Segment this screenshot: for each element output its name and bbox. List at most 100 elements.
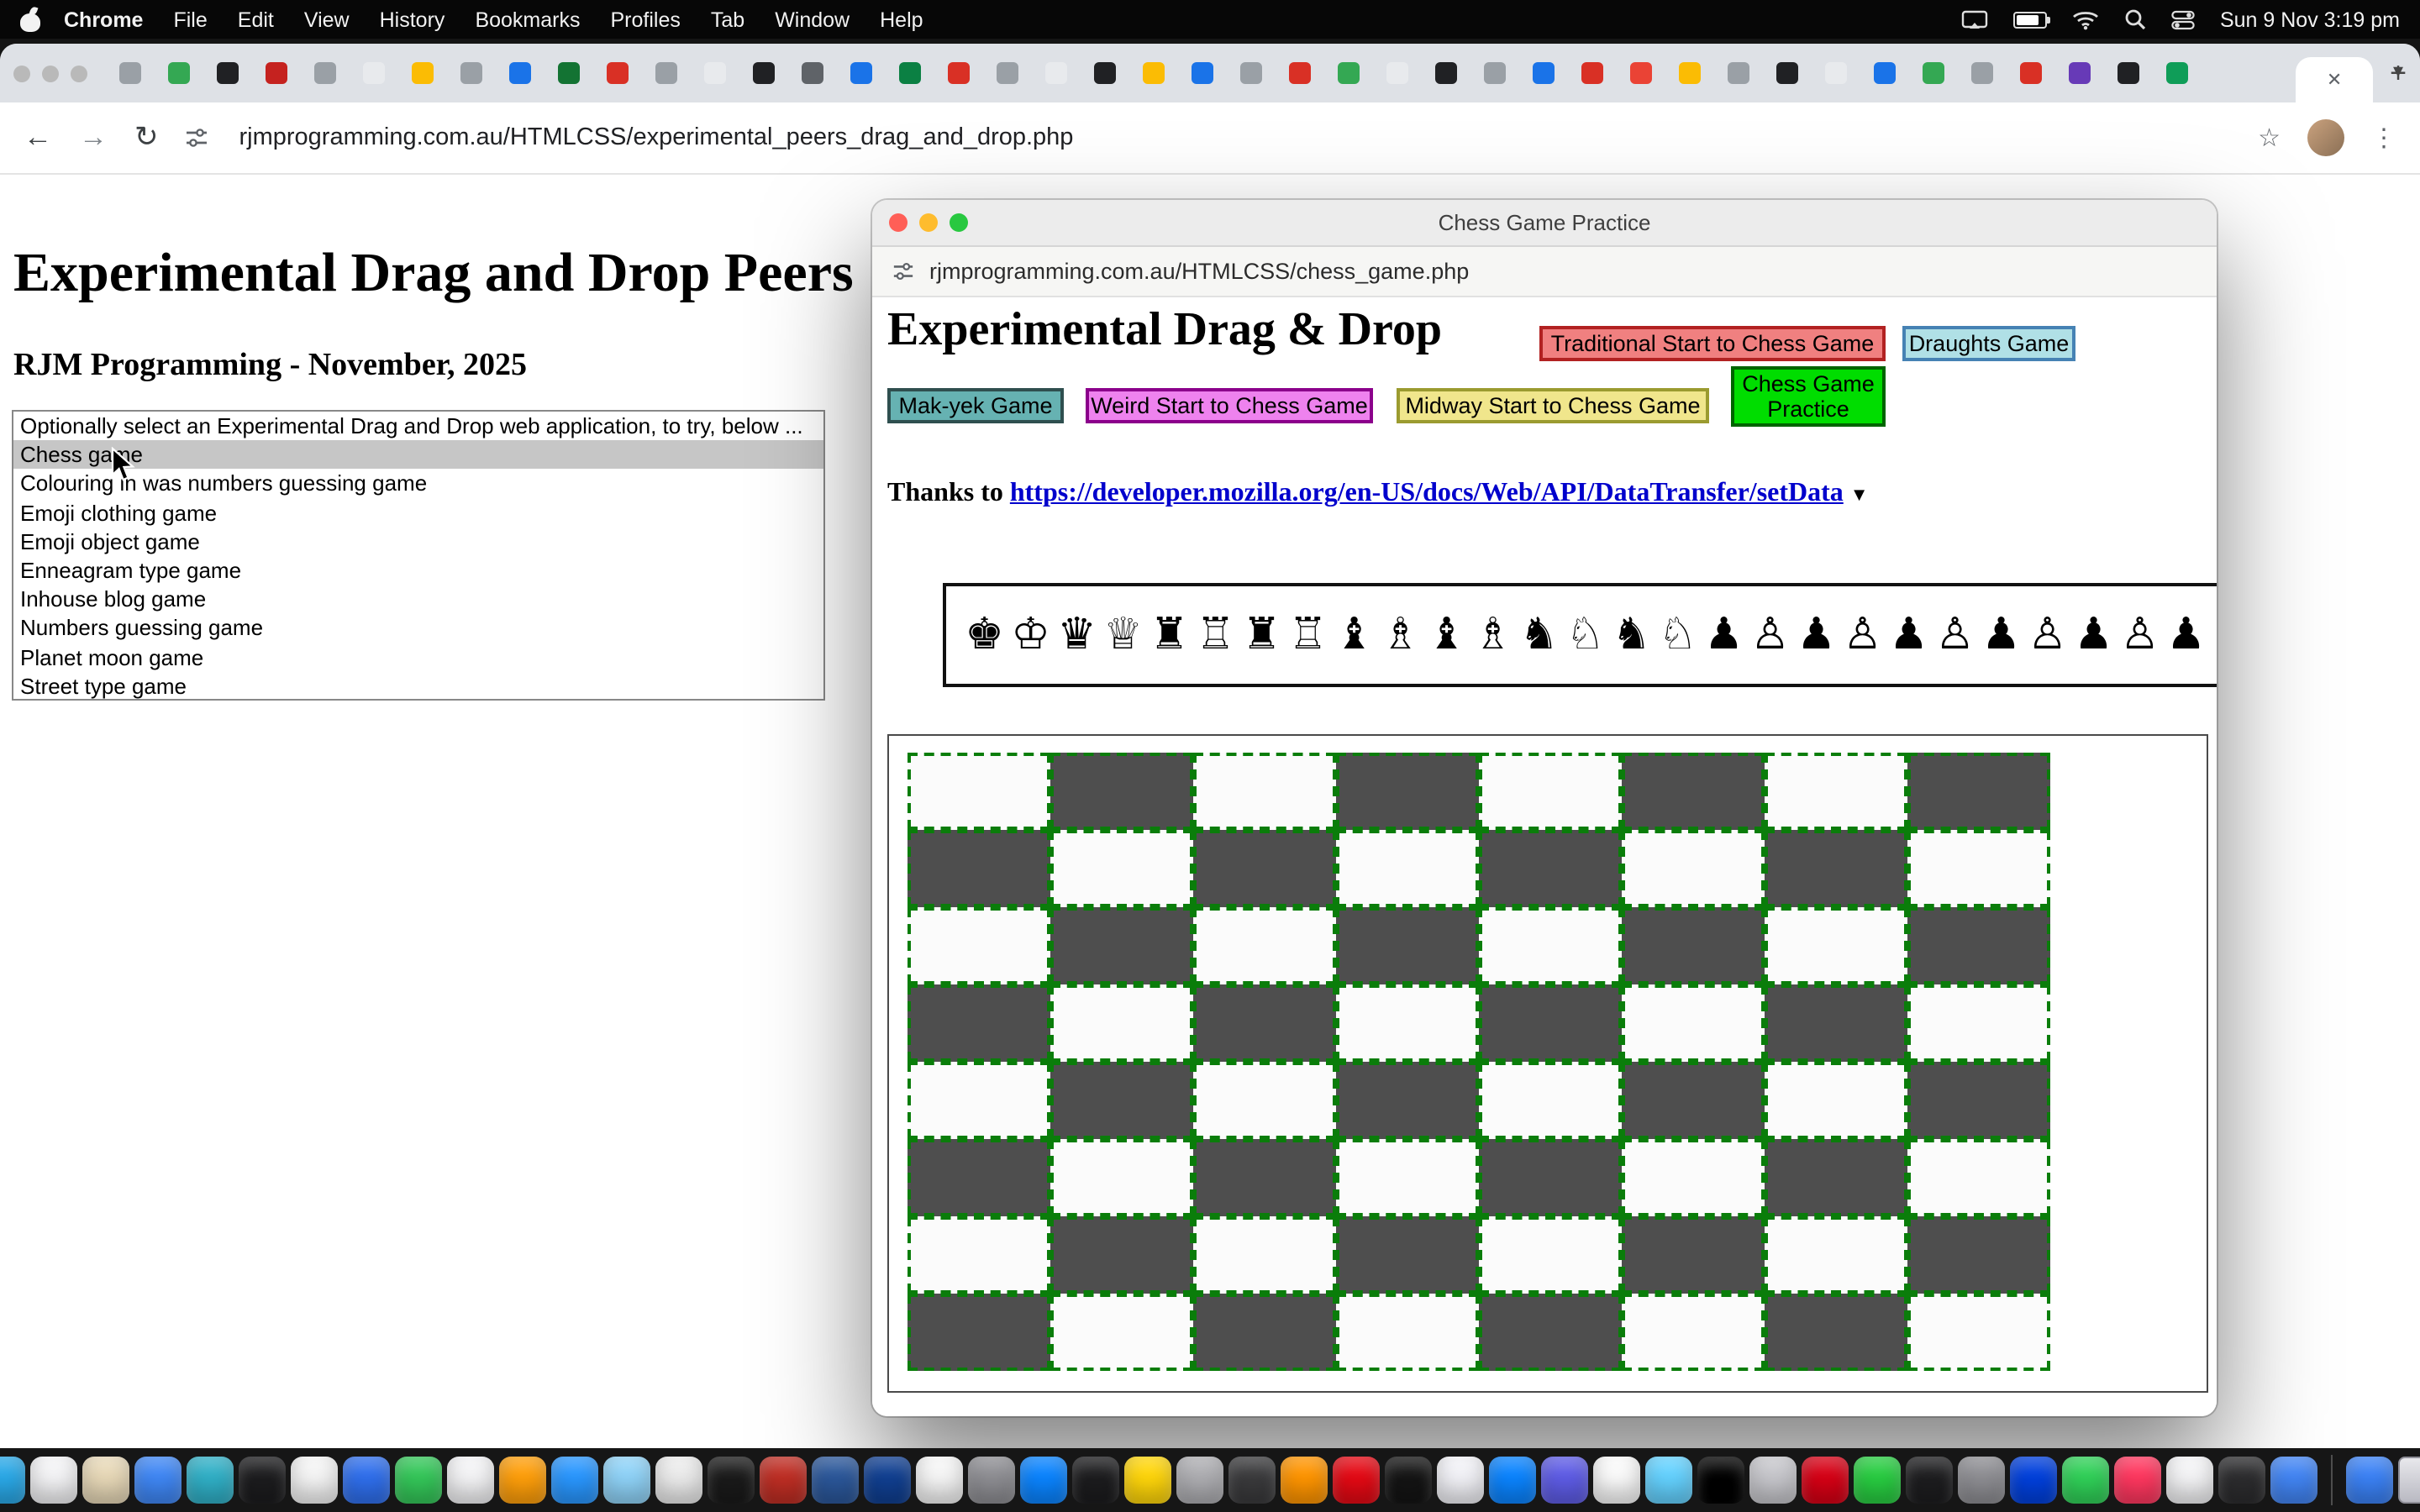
chess-piece[interactable]: ♖ <box>1192 613 1239 657</box>
board-cell[interactable] <box>908 984 1050 1062</box>
chess-piece[interactable]: ♜ <box>1239 613 1285 657</box>
board-cell[interactable] <box>1622 1216 1765 1294</box>
board-cell[interactable] <box>1050 1216 1193 1294</box>
menu-chrome[interactable]: Chrome <box>64 8 143 31</box>
browser-tab[interactable] <box>1188 60 1215 87</box>
chess-piece[interactable]: ♕ <box>1100 613 1146 657</box>
browser-tab[interactable] <box>1529 60 1556 87</box>
game-button-4[interactable]: Midway Start to Chess Game <box>1397 388 1709 423</box>
chess-piece[interactable]: ♙ <box>1747 613 1793 657</box>
dock-folder-icon[interactable] <box>2346 1457 2393 1504</box>
menu-history[interactable]: History <box>380 8 445 31</box>
board-cell[interactable] <box>1622 1062 1765 1139</box>
board-cell[interactable] <box>1479 907 1622 984</box>
board-cell[interactable] <box>1479 1139 1622 1216</box>
dock-app-icon[interactable] <box>1228 1457 1276 1504</box>
dock-app-icon[interactable] <box>1072 1457 1119 1504</box>
dock-app-icon[interactable] <box>864 1457 911 1504</box>
chess-piece[interactable]: ♞ <box>1516 613 1562 657</box>
browser-tab[interactable] <box>2114 60 2141 87</box>
chess-piece[interactable]: ♟ <box>1978 613 2024 657</box>
board-cell[interactable] <box>1907 907 2050 984</box>
browser-tab[interactable] <box>1286 60 1313 87</box>
board-cell[interactable] <box>1336 1139 1479 1216</box>
listbox-option[interactable]: Numbers guessing game <box>13 614 823 643</box>
close-tab-icon[interactable]: ✕ <box>2327 69 2342 91</box>
board-cell[interactable] <box>908 1294 1050 1371</box>
board-cell[interactable] <box>1765 907 1907 984</box>
browser-tab[interactable] <box>506 60 533 87</box>
board-cell[interactable] <box>1479 1216 1622 1294</box>
dock-app-icon[interactable] <box>447 1457 494 1504</box>
browser-tab[interactable] <box>993 60 1020 87</box>
chess-piece[interactable]: ♛ <box>1054 613 1100 657</box>
browser-tab[interactable] <box>1432 60 1459 87</box>
chess-piece[interactable]: ♗ <box>1470 613 1516 657</box>
window-minimize-button[interactable] <box>42 65 59 81</box>
menu-tab[interactable]: Tab <box>711 8 744 31</box>
dock-app-icon[interactable] <box>1645 1457 1692 1504</box>
chess-piece[interactable]: ♖ <box>1285 613 1331 657</box>
browser-tab[interactable] <box>262 60 289 87</box>
board-cell[interactable] <box>1765 830 1907 907</box>
board-cell[interactable] <box>1050 1062 1193 1139</box>
board-cell[interactable] <box>1907 1294 2050 1371</box>
board-cell[interactable] <box>1479 1062 1622 1139</box>
board-cell[interactable] <box>1907 1139 2050 1216</box>
browser-tab[interactable] <box>2017 60 2044 87</box>
dock-app-icon[interactable] <box>1697 1457 1744 1504</box>
chess-piece[interactable]: ♙ <box>2117 613 2163 657</box>
board-cell[interactable] <box>1907 1216 2050 1294</box>
browser-tab[interactable] <box>1042 60 1069 87</box>
board-cell[interactable] <box>1193 1062 1336 1139</box>
board-cell[interactable] <box>908 907 1050 984</box>
browser-tab[interactable] <box>1237 60 1264 87</box>
dock-app-icon[interactable] <box>2166 1457 2213 1504</box>
browser-tab[interactable] <box>555 60 581 87</box>
menu-view[interactable]: View <box>304 8 350 31</box>
dock-app-icon[interactable] <box>1906 1457 1953 1504</box>
board-cell[interactable] <box>1050 1294 1193 1371</box>
menu-bookmarks[interactable]: Bookmarks <box>475 8 580 31</box>
apple-menu-icon[interactable] <box>20 8 40 31</box>
chess-piece[interactable]: ♜ <box>1146 613 1192 657</box>
chess-piece[interactable]: ♟ <box>2163 613 2209 657</box>
listbox-option[interactable]: Inhouse blog game <box>13 585 823 613</box>
board-cell[interactable] <box>1193 830 1336 907</box>
dock-app-icon[interactable] <box>1854 1457 1901 1504</box>
browser-tab[interactable] <box>1919 60 1946 87</box>
board-cell[interactable] <box>1479 830 1622 907</box>
browser-tab[interactable] <box>1822 60 1849 87</box>
browser-tab[interactable] <box>603 60 630 87</box>
dock-app-icon[interactable] <box>1124 1457 1171 1504</box>
board-cell[interactable] <box>1050 907 1193 984</box>
dock-app-icon[interactable] <box>187 1457 234 1504</box>
board-cell[interactable] <box>1765 1294 1907 1371</box>
popup-address-bar[interactable]: rjmprogramming.com.au/HTMLCSS/chess_game… <box>929 259 1469 284</box>
board-cell[interactable] <box>1193 1216 1336 1294</box>
browser-tab[interactable] <box>116 60 143 87</box>
dock-app-icon[interactable] <box>708 1457 755 1504</box>
chess-piece[interactable]: ♟ <box>1793 613 1839 657</box>
board-cell[interactable] <box>1622 907 1765 984</box>
dock-app-icon[interactable] <box>603 1457 650 1504</box>
listbox-option[interactable]: Emoji object game <box>13 528 823 556</box>
browser-tab[interactable] <box>1139 60 1166 87</box>
browser-tab[interactable] <box>1091 60 1118 87</box>
chess-piece[interactable]: ♙ <box>1839 613 1886 657</box>
dock-app-icon[interactable] <box>2270 1457 2317 1504</box>
board-cell[interactable] <box>1050 1139 1193 1216</box>
board-cell[interactable] <box>1622 830 1765 907</box>
board-cell[interactable] <box>1479 753 1622 830</box>
browser-tab[interactable] <box>2065 60 2092 87</box>
dock-app-icon[interactable] <box>1541 1457 1588 1504</box>
dock-app-icon[interactable] <box>551 1457 598 1504</box>
browser-tab[interactable] <box>1334 60 1361 87</box>
board-cell[interactable] <box>1479 1294 1622 1371</box>
browser-tab[interactable] <box>1627 60 1654 87</box>
chess-piece[interactable]: ♙ <box>1932 613 1978 657</box>
chess-piece[interactable]: ♗ <box>1377 613 1423 657</box>
tab-search-chevron-icon[interactable]: ▾ <box>2393 59 2403 82</box>
board-cell[interactable] <box>1907 753 2050 830</box>
board-cell[interactable] <box>1336 1216 1479 1294</box>
